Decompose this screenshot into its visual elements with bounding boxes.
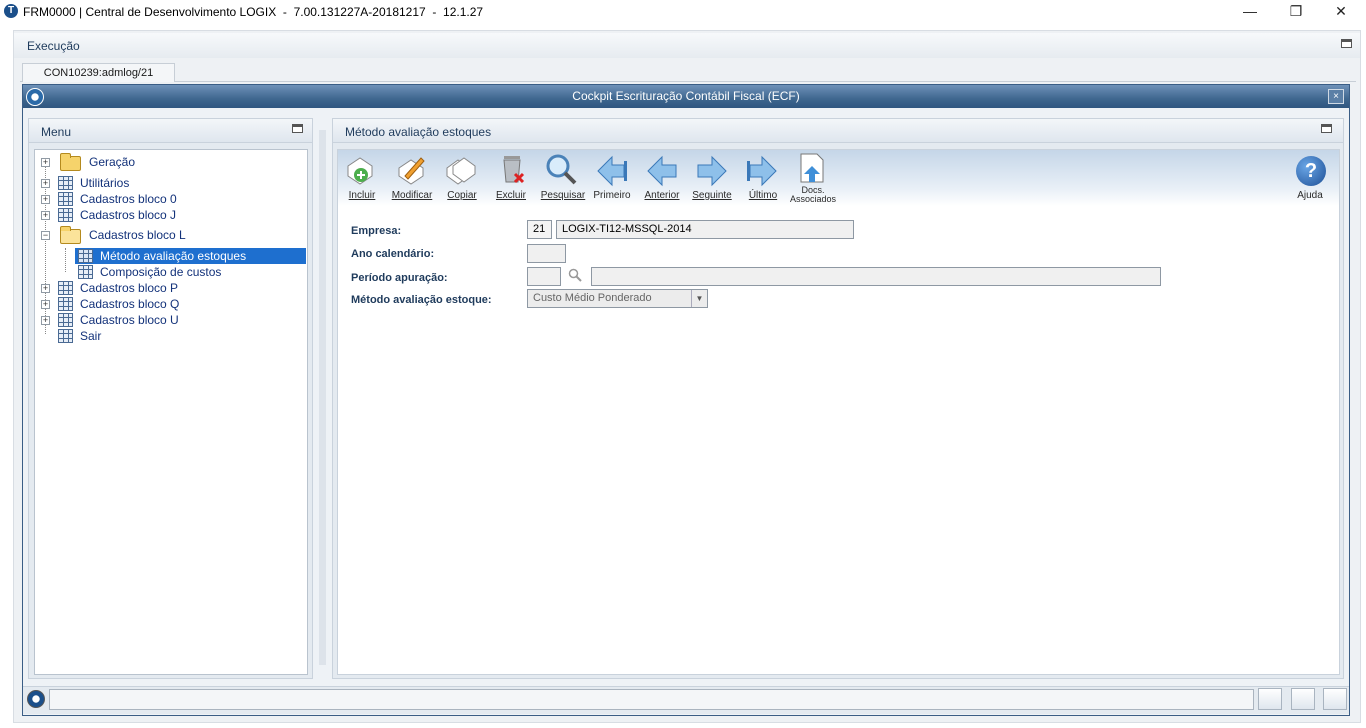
- menu-title: Menu: [41, 125, 72, 139]
- expand-icon[interactable]: +: [41, 179, 50, 188]
- main-panel-title: Método avaliação estoques: [345, 125, 492, 139]
- window-title: FRM0000 | Central de Desenvolvimento LOG…: [23, 5, 484, 19]
- expand-icon[interactable]: +: [41, 195, 50, 204]
- grid-icon: [78, 249, 93, 263]
- copy-icon[interactable]: [445, 154, 477, 186]
- next-icon[interactable]: [696, 155, 728, 187]
- tree-item-cadastros-bloco-j[interactable]: Cadastros bloco J: [80, 207, 176, 223]
- copiar-button[interactable]: Copiar: [436, 190, 488, 201]
- tree-item-cadastros-bloco-q[interactable]: Cadastros bloco Q: [80, 296, 179, 312]
- grid-icon: [58, 208, 73, 222]
- tree-item-cadastros-bloco-p[interactable]: Cadastros bloco P: [80, 280, 178, 296]
- expand-icon[interactable]: +: [41, 316, 50, 325]
- pesquisar-button[interactable]: Pesquisar: [537, 190, 589, 201]
- trash-icon[interactable]: [496, 152, 528, 184]
- anterior-button[interactable]: Anterior: [636, 190, 688, 201]
- tree-item-sair[interactable]: Sair: [80, 328, 101, 344]
- expand-icon[interactable]: +: [41, 211, 50, 220]
- execucao-label: Execução: [27, 39, 80, 53]
- empresa-code-field[interactable]: 21: [527, 220, 552, 239]
- app-logo-icon: T: [4, 4, 18, 18]
- collapse-node-icon[interactable]: −: [41, 231, 50, 240]
- periodo-apuracao-label: Período apuração:: [351, 272, 448, 284]
- periodo-description-field: [591, 267, 1161, 286]
- tree-item-geracao[interactable]: Geração: [89, 154, 135, 170]
- last-icon[interactable]: [746, 155, 778, 187]
- metodo-avaliacao-select[interactable]: Custo Médio Ponderado: [527, 289, 708, 308]
- periodo-apuracao-field[interactable]: [527, 267, 561, 286]
- primeiro-button[interactable]: Primeiro: [586, 190, 638, 201]
- folder-icon: [60, 153, 81, 171]
- docs-associados-button[interactable]: Docs. Associados: [787, 186, 839, 204]
- grid-icon: [58, 313, 73, 327]
- metodo-avaliacao-label: Método avaliação estoque:: [351, 294, 492, 306]
- modificar-button[interactable]: Modificar: [386, 190, 438, 201]
- ano-calendario-label: Ano calendário:: [351, 248, 435, 260]
- tree-item-cadastros-bloco-u[interactable]: Cadastros bloco U: [80, 312, 179, 328]
- first-icon[interactable]: [596, 155, 628, 187]
- tab-con10239[interactable]: CON10239:admlog/21: [22, 63, 175, 82]
- tree-item-metodo-avaliacao-estoques[interactable]: Método avaliação estoques: [100, 248, 246, 264]
- close-icon[interactable]: ×: [1328, 89, 1344, 104]
- execucao-bar: [14, 33, 1360, 58]
- resize-icon[interactable]: [1258, 688, 1282, 710]
- expand-icon[interactable]: +: [41, 158, 50, 167]
- minimize-icon[interactable]: —: [1227, 0, 1273, 24]
- grid-icon: [58, 281, 73, 295]
- grid-icon: [78, 265, 93, 279]
- expand-icon[interactable]: +: [41, 300, 50, 309]
- search-icon[interactable]: [545, 153, 577, 185]
- collapse-icon[interactable]: [1341, 39, 1352, 48]
- expand-icon[interactable]: +: [41, 284, 50, 293]
- edit-icon[interactable]: [395, 154, 427, 186]
- tab-strip: [20, 62, 1356, 82]
- incluir-button[interactable]: Incluir: [336, 190, 388, 201]
- tree-item-cadastros-bloco-0[interactable]: Cadastros bloco 0: [80, 191, 177, 207]
- restore-icon[interactable]: ❐: [1273, 0, 1319, 24]
- metodo-avaliacao-value: Custo Médio Ponderado: [533, 292, 652, 304]
- seguinte-button[interactable]: Seguinte: [686, 190, 738, 201]
- lookup-search-icon[interactable]: [568, 268, 582, 282]
- cockpit-window-title: Cockpit Escrituração Contábil Fiscal (EC…: [23, 85, 1349, 108]
- add-icon[interactable]: [344, 154, 376, 186]
- panel-splitter[interactable]: [319, 130, 326, 665]
- tree-item-utilitarios[interactable]: Utilitários: [80, 175, 129, 191]
- previous-icon[interactable]: [646, 155, 678, 187]
- empresa-name-field: LOGIX-TI12-MSSQL-2014: [556, 220, 854, 239]
- grid-icon: [58, 192, 73, 206]
- tree-line: [65, 248, 66, 272]
- ano-calendario-field[interactable]: [527, 244, 566, 263]
- help-icon[interactable]: ?: [1296, 156, 1326, 186]
- grid-icon: [58, 329, 73, 343]
- docs-label-line2: Associados: [789, 194, 837, 204]
- totvs-logo-icon: [26, 88, 44, 106]
- tree-item-composicao-de-custos[interactable]: Composição de custos: [100, 264, 221, 280]
- tree-item-cadastros-bloco-l[interactable]: Cadastros bloco L: [89, 227, 186, 243]
- upload-document-icon[interactable]: [797, 152, 829, 184]
- chevron-down-icon[interactable]: ▼: [691, 290, 707, 307]
- ultimo-button[interactable]: Último: [737, 190, 789, 201]
- open-folder-icon: [60, 226, 81, 244]
- collapse-icon[interactable]: [292, 124, 303, 133]
- status-message-field: [49, 689, 1254, 710]
- grid-icon: [58, 176, 73, 190]
- status-logo-icon: [27, 690, 45, 708]
- print-icon[interactable]: [1291, 688, 1315, 710]
- chat-icon[interactable]: [1323, 688, 1347, 710]
- close-icon[interactable]: ✕: [1318, 0, 1364, 24]
- collapse-icon[interactable]: [1321, 124, 1332, 133]
- excluir-button[interactable]: Excluir: [485, 190, 537, 201]
- empresa-label: Empresa:: [351, 225, 402, 237]
- grid-icon: [58, 297, 73, 311]
- ajuda-button[interactable]: Ajuda: [1284, 190, 1336, 201]
